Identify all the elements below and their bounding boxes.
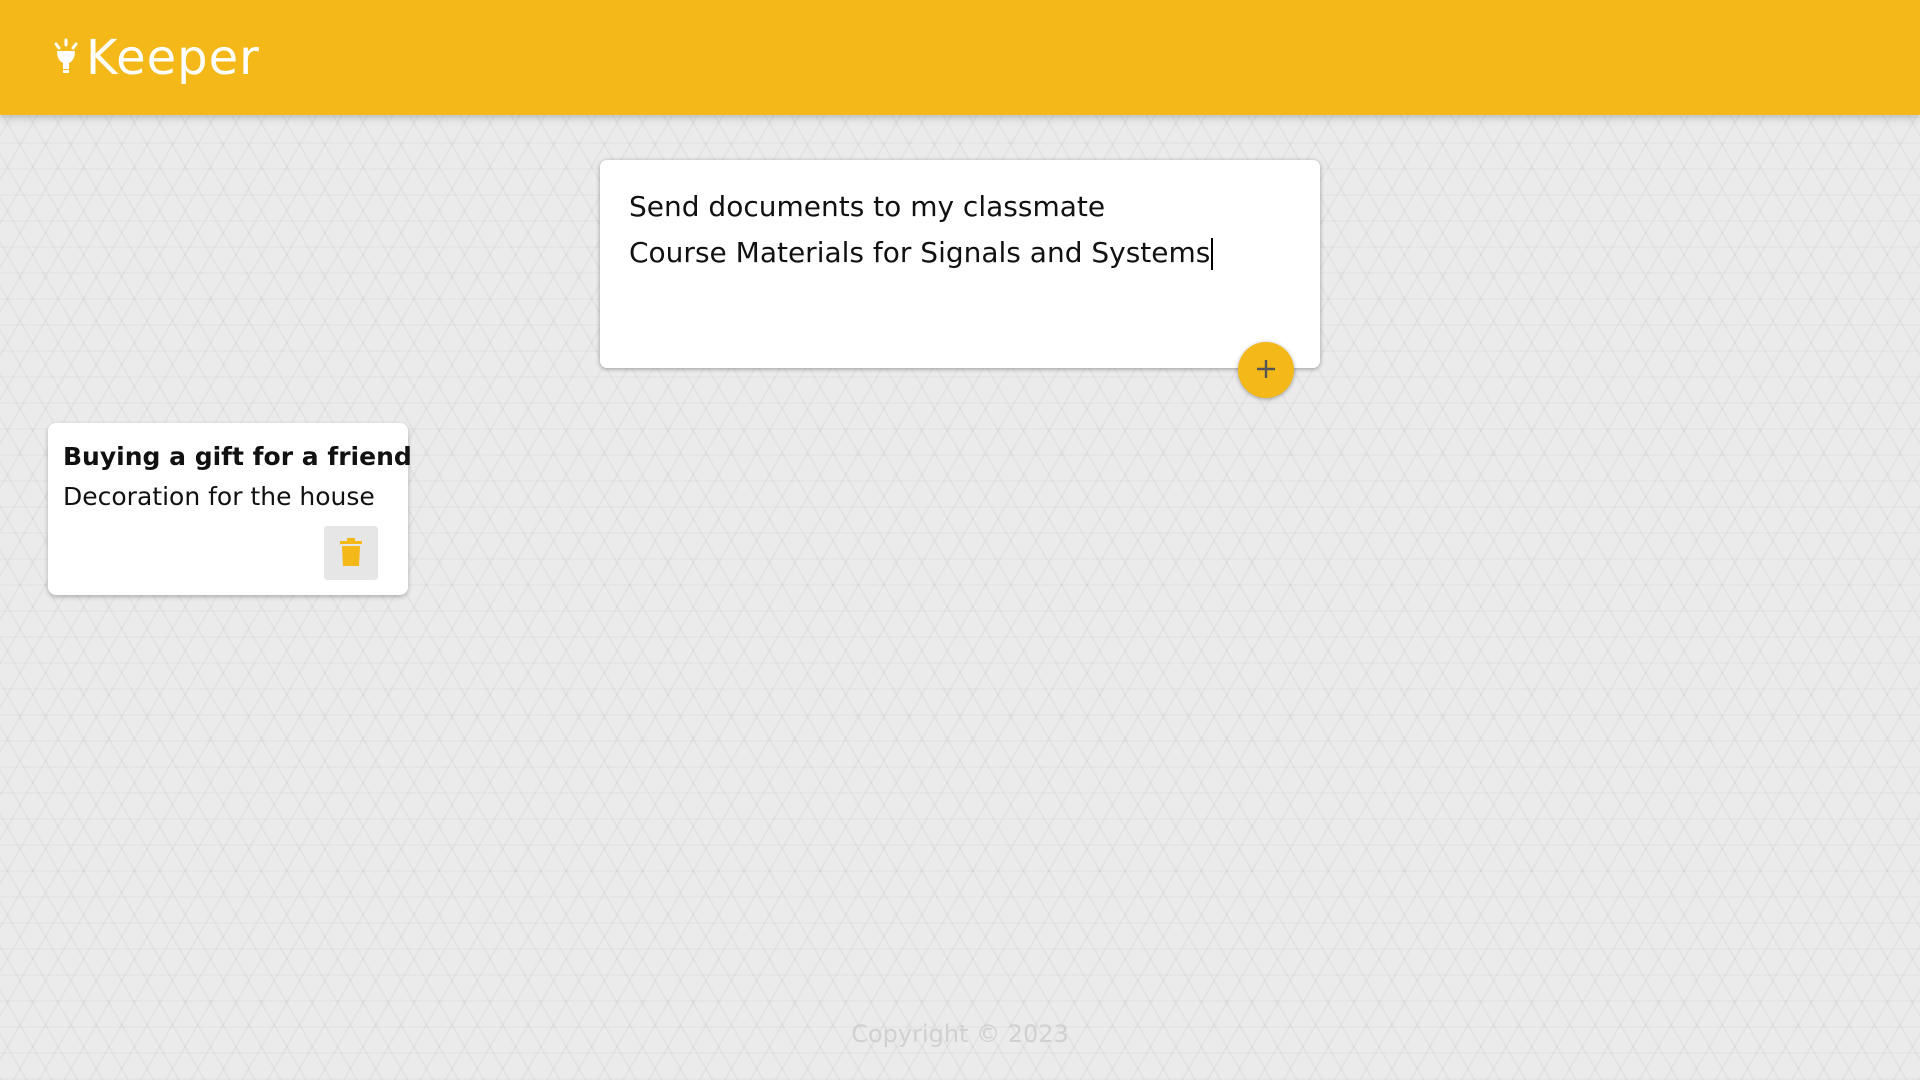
app-header: Keeper [0, 0, 1920, 115]
create-note-form: Send documents to my classmate Course Ma… [600, 160, 1320, 368]
plus-icon [1254, 357, 1278, 384]
page-footer: Copyright © 2023 [0, 1020, 1920, 1048]
note-title-input[interactable]: Send documents to my classmate [629, 184, 1291, 230]
app-title: Keeper [86, 29, 260, 86]
note-card: Buying a gift for a friend Decoration fo… [48, 423, 412, 595]
app-logo: Keeper [52, 30, 260, 86]
note-content-text: Course Materials for Signals and Systems [629, 236, 1211, 269]
copyright-text: Copyright © 2023 [851, 1020, 1069, 1048]
note-content: Decoration for the house [63, 482, 375, 511]
delete-note-button[interactable] [324, 526, 378, 580]
add-note-button[interactable] [1238, 342, 1294, 398]
note-title: Buying a gift for a friend [63, 442, 412, 471]
lightbulb-icon [52, 38, 80, 78]
note-content-textarea[interactable]: Course Materials for Signals and Systems [629, 230, 1291, 276]
text-caret [1211, 238, 1214, 270]
trash-icon [340, 537, 362, 569]
